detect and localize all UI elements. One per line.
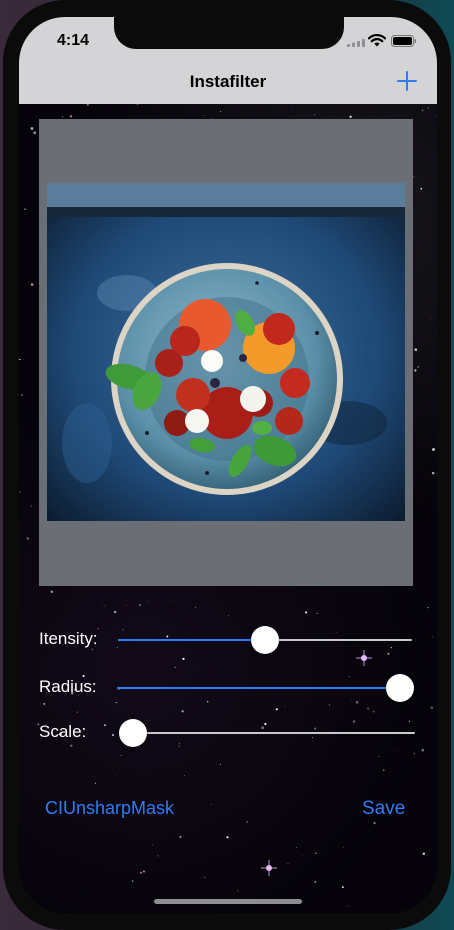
wifi-icon [368, 34, 386, 47]
status-time: 4:14 [57, 32, 90, 49]
radius-label: Radius: [39, 677, 97, 696]
scale-slider[interactable] [119, 719, 415, 747]
intensity-slider-fill [118, 639, 265, 641]
intensity-slider-thumb[interactable] [251, 626, 279, 654]
radius-slider-fill [117, 687, 400, 689]
intensity-slider[interactable] [118, 626, 412, 654]
scale-slider-thumb[interactable] [119, 719, 147, 747]
scale-slider-row: Scale: [19, 713, 437, 753]
scale-label: Scale: [39, 722, 87, 741]
save-button[interactable]: Save [362, 798, 405, 820]
filtered-photo [47, 183, 405, 521]
cellular-signal-icon [347, 39, 365, 47]
device-notch [114, 17, 344, 49]
radius-slider-row: Radius: [19, 668, 437, 708]
radius-slider-thumb[interactable] [386, 674, 414, 702]
intensity-label: Itensity: [39, 629, 98, 648]
change-filter-button[interactable]: CIUnsharpMask [45, 798, 174, 819]
main-content: Itensity: Radius: Scale: CIUnsharpMask S… [19, 104, 437, 913]
page-title: Instafilter [189, 72, 267, 91]
image-preview[interactable] [39, 119, 413, 586]
app-screen: 4:14 Instafilter Itensity: Radius: Scale… [19, 17, 437, 913]
battery-icon [391, 35, 417, 47]
radius-slider[interactable] [117, 674, 414, 702]
phone-frame: 4:14 Instafilter Itensity: Radius: Scale… [3, 0, 451, 930]
intensity-slider-row: Itensity: [19, 620, 437, 660]
plus-icon[interactable] [395, 69, 419, 93]
home-indicator[interactable] [154, 899, 302, 904]
